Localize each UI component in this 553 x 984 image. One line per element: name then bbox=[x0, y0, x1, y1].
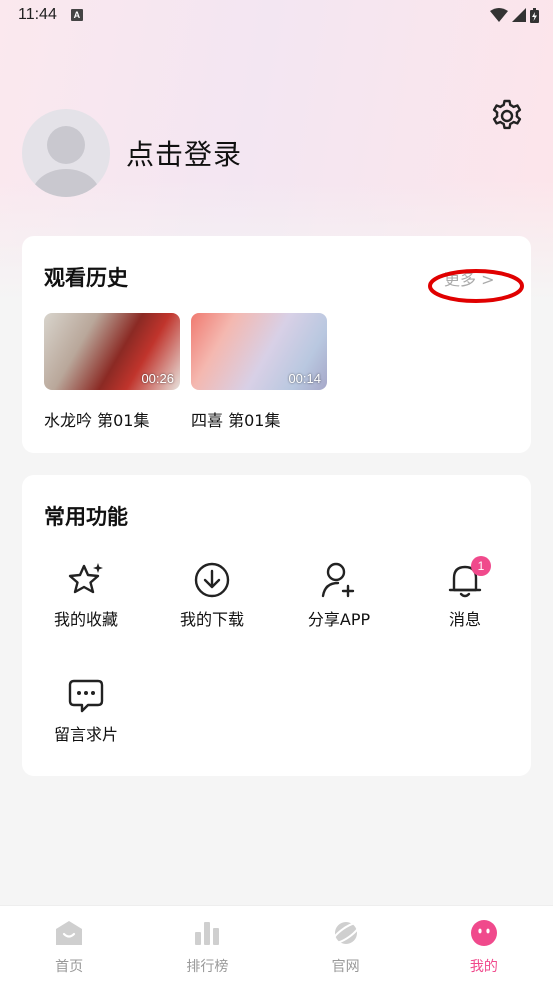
nav-item-home[interactable]: 首页 bbox=[0, 906, 138, 984]
default-avatar-icon bbox=[32, 126, 100, 197]
video-thumbnail[interactable]: 00:14 bbox=[191, 313, 327, 390]
nav-label: 首页 bbox=[55, 959, 84, 975]
bottom-navigation: 首页 排行榜 官网 我的 bbox=[0, 905, 553, 984]
more-link[interactable]: 更多 > bbox=[444, 266, 495, 290]
video-thumbnail[interactable]: 00:26 bbox=[44, 313, 180, 390]
chat-icon bbox=[68, 679, 104, 713]
video-duration: 00:14 bbox=[288, 371, 321, 386]
request-film-label: 留言求片 bbox=[53, 725, 118, 744]
messages-label: 消息 bbox=[448, 610, 481, 629]
common-functions-card: 常用功能 我的收藏 我的下载 分享APP 1 消息 留言求片 bbox=[22, 475, 531, 776]
watch-history-title: 观看历史 bbox=[44, 266, 128, 290]
planet-icon bbox=[331, 921, 361, 945]
watch-history-card: 观看历史 更多 > 00:26 水龙吟 第01集 00:14 四喜 第01集 bbox=[22, 236, 531, 453]
profile-face-icon bbox=[470, 920, 497, 946]
home-icon bbox=[56, 921, 83, 945]
battery-icon bbox=[530, 7, 539, 23]
favorites-button[interactable]: 我的收藏 bbox=[36, 560, 136, 630]
star-sparkle-icon bbox=[68, 563, 103, 594]
downloads-button[interactable]: 我的下载 bbox=[162, 560, 262, 630]
nav-item-mine[interactable]: 我的 bbox=[415, 906, 553, 984]
notification-a-icon: A bbox=[70, 9, 83, 21]
nav-item-official-site[interactable]: 官网 bbox=[277, 906, 415, 984]
wifi-icon bbox=[490, 8, 508, 22]
downloads-label: 我的下载 bbox=[179, 610, 244, 629]
status-icons bbox=[490, 7, 539, 23]
share-user-icon bbox=[321, 562, 355, 598]
status-bar: 11:44 A bbox=[0, 0, 553, 30]
signal-icon bbox=[512, 8, 526, 22]
nav-item-ranking[interactable]: 排行榜 bbox=[138, 906, 276, 984]
settings-button[interactable] bbox=[489, 98, 525, 134]
nav-label: 我的 bbox=[469, 959, 498, 975]
history-item-title: 四喜 第01集 bbox=[191, 411, 281, 430]
status-time: 11:44 bbox=[18, 6, 57, 23]
download-icon bbox=[194, 562, 230, 598]
gear-icon bbox=[492, 99, 522, 130]
common-functions-title: 常用功能 bbox=[44, 505, 128, 529]
login-prompt[interactable]: 点击登录 bbox=[126, 133, 242, 173]
history-item[interactable]: 00:14 四喜 第01集 bbox=[191, 313, 327, 431]
video-duration: 00:26 bbox=[141, 371, 174, 386]
avatar[interactable] bbox=[22, 109, 110, 197]
share-app-button[interactable]: 分享APP bbox=[289, 560, 389, 630]
history-item-title: 水龙吟 第01集 bbox=[44, 411, 150, 430]
unread-badge: 1 bbox=[471, 556, 491, 576]
favorites-label: 我的收藏 bbox=[53, 610, 118, 629]
nav-label: 排行榜 bbox=[186, 959, 229, 975]
profile-section[interactable]: 点击登录 bbox=[22, 109, 242, 197]
request-film-button[interactable]: 留言求片 bbox=[36, 675, 136, 745]
history-item[interactable]: 00:26 水龙吟 第01集 bbox=[44, 313, 180, 431]
ranking-icon bbox=[195, 922, 220, 945]
share-app-label: 分享APP bbox=[307, 610, 371, 629]
messages-button[interactable]: 1 消息 bbox=[415, 556, 515, 630]
nav-label: 官网 bbox=[331, 959, 360, 975]
